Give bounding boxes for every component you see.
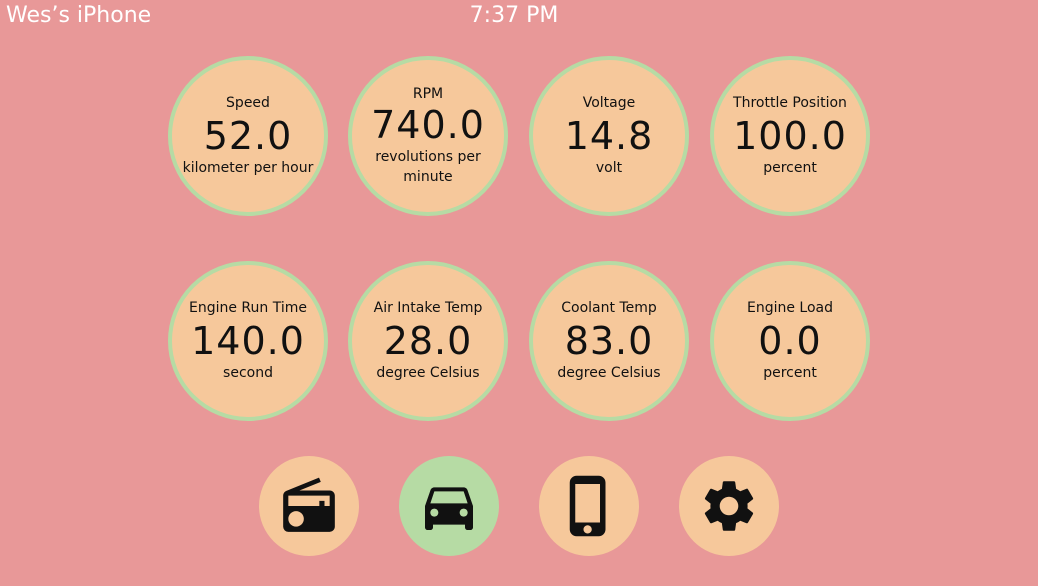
gauge-unit: percent [763, 365, 817, 381]
gear-icon [698, 475, 760, 537]
gauge-unit: percent [763, 160, 817, 176]
clock: 7:37 PM [469, 3, 559, 28]
gauge-label: Coolant Temp [561, 300, 657, 316]
gauge-label: Speed [226, 95, 270, 111]
car-icon [417, 474, 481, 538]
gauge-rpm: RPM 740.0 revolutions per minute [348, 56, 508, 216]
gauge-value: 14.8 [564, 114, 654, 158]
gauge-unit: second [223, 365, 273, 381]
gauge-value: 100.0 [733, 114, 847, 158]
gauge-label: Engine Run Time [189, 300, 307, 316]
gauge-throttle-position: Throttle Position 100.0 percent [710, 56, 870, 216]
gauge-engine-load: Engine Load 0.0 percent [710, 261, 870, 421]
gauge-unit: degree Celsius [376, 365, 480, 381]
gauge-unit: degree Celsius [557, 365, 661, 381]
gauge-value: 0.0 [758, 319, 822, 363]
gauge-value: 83.0 [564, 319, 654, 363]
gauge-label: Voltage [582, 95, 636, 111]
gauge-label: Air Intake Temp [373, 300, 483, 316]
gauge-voltage: Voltage 14.8 volt [529, 56, 689, 216]
gauge-unit: volt [595, 160, 623, 176]
gauge-value: 28.0 [383, 319, 473, 363]
gauge-label: Engine Load [746, 300, 834, 316]
gauge-value: 52.0 [203, 114, 293, 158]
gauge-unit: revolutions per minute [375, 149, 481, 185]
gauge-value: 140.0 [191, 319, 305, 363]
nav-radio-button[interactable] [259, 456, 359, 556]
gauge-unit: kilometer per hour [182, 160, 314, 176]
gauge-label: RPM [412, 86, 444, 102]
gauge-label: Throttle Position [733, 95, 847, 111]
gauge-air-intake-temp: Air Intake Temp 28.0 degree Celsius [348, 261, 508, 421]
radio-icon [278, 475, 340, 537]
phone-icon [556, 473, 622, 539]
nav-car-button[interactable] [399, 456, 499, 556]
nav-phone-button[interactable] [539, 456, 639, 556]
gauge-speed: Speed 52.0 kilometer per hour [168, 56, 328, 216]
gauge-coolant-temp: Coolant Temp 83.0 degree Celsius [529, 261, 689, 421]
gauge-value: 740.0 [371, 103, 485, 147]
nav-settings-button[interactable] [679, 456, 779, 556]
gauge-engine-run-time: Engine Run Time 140.0 second [168, 261, 328, 421]
